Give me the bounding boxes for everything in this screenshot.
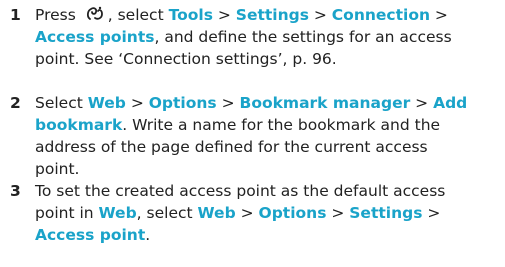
instruction-text: >: [430, 6, 448, 24]
instruction-text: , select: [107, 6, 169, 24]
instruction-text: >: [326, 204, 350, 222]
menu-path-label: Access points: [35, 28, 155, 46]
instruction-text: To set the created access point as the d…: [35, 182, 446, 200]
instruction-text: Press: [35, 6, 81, 24]
menu-path-label: Connection: [331, 6, 430, 24]
instruction-text: >: [410, 94, 434, 112]
text-line: point.: [35, 158, 497, 180]
menu-path-label: Options: [258, 204, 327, 222]
menu-path-label: Access point: [35, 226, 146, 244]
instruction-text: >: [308, 6, 332, 24]
instruction-text: , select: [136, 204, 198, 222]
step-text: Press , select Tools > Settings > Connec…: [35, 4, 497, 70]
instruction-text: >: [212, 6, 236, 24]
instruction-text: point in: [35, 204, 99, 222]
instruction-text: >: [235, 204, 259, 222]
menu-path-label: Web: [98, 204, 137, 222]
step-number: 3: [10, 182, 21, 200]
text-line: Select Web > Options > Bookmark manager …: [35, 92, 497, 114]
instruction-text: , and define the settings for an access: [154, 28, 452, 46]
menu-path-label: Web: [197, 204, 236, 222]
text-line: Access point.: [35, 224, 497, 246]
menu-path-label: bookmark: [35, 116, 123, 134]
instruction-text: >: [422, 204, 441, 222]
text-line: Access points, and define the settings f…: [35, 26, 497, 48]
instruction-text: >: [125, 94, 149, 112]
instruction-text: >: [216, 94, 240, 112]
instruction-text: .: [145, 226, 151, 244]
menu-path-label: Settings: [235, 6, 309, 24]
menu-path-label: Options: [148, 94, 217, 112]
text-line: To set the created access point as the d…: [35, 180, 497, 202]
text-line: Press , select Tools > Settings > Connec…: [35, 4, 497, 26]
text-line: bookmark. Write a name for the bookmark …: [35, 114, 497, 136]
step-number: 2: [10, 94, 21, 112]
step-number: 1: [10, 6, 21, 24]
instruction-text: address of the page defined for the curr…: [35, 138, 428, 156]
text-line: point. See ‘Connection settings’, p. 96.: [35, 48, 497, 70]
menu-key-icon: [84, 5, 106, 23]
instruction-text: Select: [35, 94, 88, 112]
menu-path-label: Tools: [168, 6, 213, 24]
text-line: address of the page defined for the curr…: [35, 136, 497, 158]
text-line: point in Web, select Web > Options > Set…: [35, 202, 497, 224]
menu-path-label: Bookmark manager: [239, 94, 411, 112]
instruction-text: point. See ‘Connection settings’, p. 96.: [35, 50, 337, 68]
menu-path-label: Web: [87, 94, 126, 112]
instruction-text: point.: [35, 160, 80, 178]
step-text: To set the created access point as the d…: [35, 180, 497, 246]
menu-path-label: Settings: [349, 204, 423, 222]
instruction-list: 1 Press , select Tools > Settings > Conn…: [0, 0, 505, 267]
instruction-text: . Write a name for the bookmark and the: [122, 116, 441, 134]
step-text: Select Web > Options > Bookmark manager …: [35, 92, 497, 180]
menu-path-label: Add: [433, 94, 468, 112]
